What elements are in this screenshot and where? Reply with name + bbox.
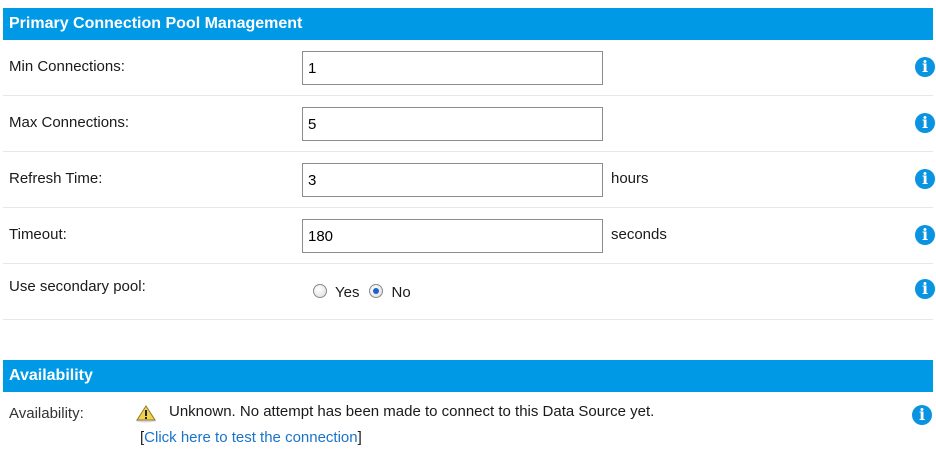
secondary-pool-radio-group: Yes No [313,282,421,301]
timeout-unit: seconds [611,226,667,243]
availability-message: Unknown. No attempt has been made to con… [169,403,655,420]
info-icon[interactable]: i [915,279,935,299]
warning-icon [136,405,156,423]
refresh-time-unit: hours [611,170,649,187]
refresh-time-input[interactable] [302,163,603,197]
availability-label: Availability: [9,405,84,422]
refresh-time-label: Refresh Time: [9,170,103,187]
secondary-pool-yes-radio[interactable] [313,283,327,298]
info-icon[interactable]: i [915,113,935,133]
secondary-pool-label: Use secondary pool: [9,278,146,295]
secondary-pool-yes-label[interactable]: Yes [335,284,359,301]
timeout-row: Timeout: seconds i [3,208,935,264]
test-connection-link-wrapper: [Click here to test the connection] [140,429,362,446]
refresh-time-row: Refresh Time: hours i [3,152,935,208]
info-icon[interactable]: i [915,225,935,245]
max-connections-input[interactable] [302,107,603,141]
availability-section-header: Availability [3,360,933,392]
secondary-pool-row: Use secondary pool: Yes No i [3,264,935,320]
pool-section-header: Primary Connection Pool Management [3,8,933,40]
min-connections-input[interactable] [302,51,603,85]
test-connection-link[interactable]: Click here to test the connection [144,429,357,446]
min-connections-label: Min Connections: [9,58,125,75]
secondary-pool-no-label[interactable]: No [391,284,410,301]
link-bracket-close: ] [357,429,362,446]
info-icon[interactable]: i [915,169,935,189]
info-icon[interactable]: i [912,405,932,425]
timeout-input[interactable] [302,219,603,253]
min-connections-row: Min Connections: i [3,40,935,96]
info-icon[interactable]: i [915,57,935,77]
timeout-label: Timeout: [9,226,67,243]
max-connections-label: Max Connections: [9,114,130,131]
secondary-pool-no-radio[interactable] [369,283,384,298]
max-connections-row: Max Connections: i [3,96,935,152]
